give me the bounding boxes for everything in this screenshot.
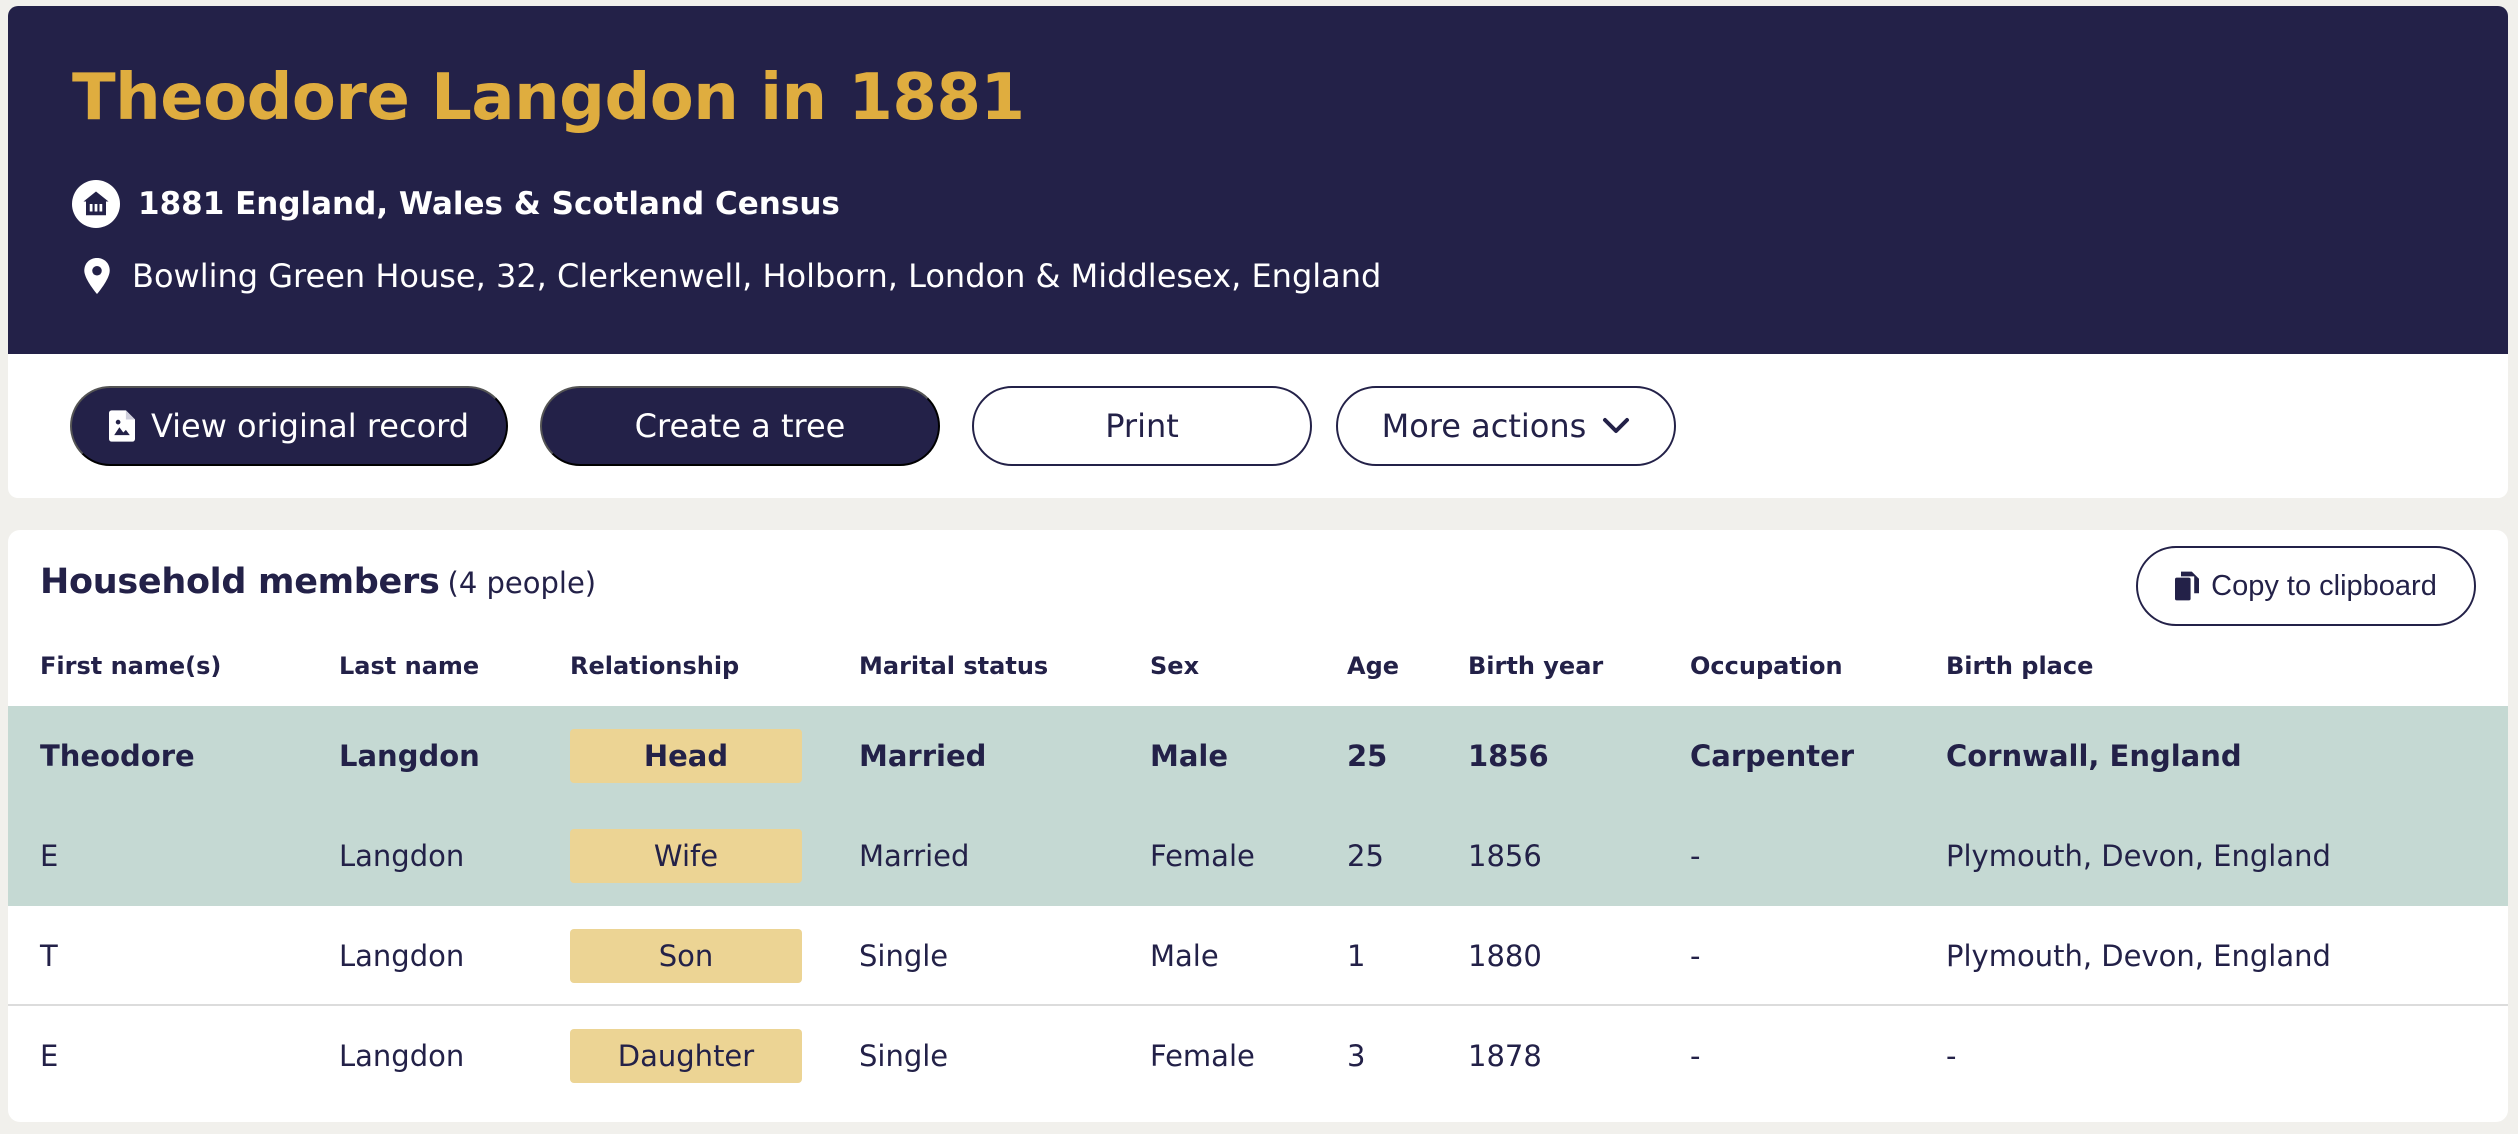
view-original-record-button[interactable]: View original record (70, 386, 508, 466)
occupation-cell: - (1690, 1039, 1701, 1073)
birth-place-cell: - (1946, 1039, 1957, 1073)
sex-cell: Female (1150, 1039, 1255, 1073)
birth-place-cell: Plymouth, Devon, England (1946, 939, 2331, 973)
sex-cell: Female (1150, 839, 1255, 873)
relationship-badge: Daughter (570, 1029, 802, 1083)
print-label: Print (1105, 407, 1179, 445)
location-text: Bowling Green House, 32, Clerkenwell, Ho… (132, 257, 1382, 295)
table-row[interactable]: E Langdon Wife Married Female 25 1856 - … (8, 806, 2508, 906)
last-name-cell: Langdon (339, 939, 465, 973)
table-header: First name(s) Last name Relationship Mar… (8, 646, 2508, 686)
sex-cell: Male (1150, 739, 1229, 773)
age-cell: 1 (1347, 939, 1366, 973)
birth-year-cell: 1856 (1468, 839, 1542, 873)
copy-to-clipboard-label: Copy to clipboard (2211, 569, 2437, 602)
more-actions-button[interactable]: More actions (1336, 386, 1676, 466)
last-name-cell: Langdon (339, 1039, 465, 1073)
birth-year-cell: 1856 (1468, 739, 1549, 773)
column-header-birth-year: Birth year (1468, 652, 1604, 680)
birth-place-cell: Cornwall, England (1946, 739, 2242, 773)
column-header-marital-status: Marital status (859, 652, 1049, 680)
household-heading: Household members (4 people) (40, 562, 596, 618)
first-name-cell: E (40, 839, 59, 873)
house-icon (72, 180, 120, 228)
relationship-cell: Daughter (570, 1006, 802, 1106)
map-pin-icon (80, 256, 114, 296)
record-header: Theodore Langdon in 1881 1881 England, W… (8, 6, 2508, 354)
age-cell: 25 (1347, 739, 1388, 773)
clipboard-copy-icon (2175, 571, 2200, 601)
marital-status-cell: Single (859, 1039, 949, 1073)
occupation-cell: - (1690, 939, 1701, 973)
create-tree-button[interactable]: Create a tree (540, 386, 940, 466)
last-name-cell: Langdon (339, 739, 480, 773)
create-tree-label: Create a tree (634, 407, 846, 445)
census-name: 1881 England, Wales & Scotland Census (138, 186, 840, 222)
sex-cell: Male (1150, 939, 1219, 973)
column-header-first-name: First name(s) (40, 652, 222, 680)
column-header-age: Age (1347, 652, 1400, 680)
column-header-sex: Sex (1150, 652, 1200, 680)
actions-bar: View original record Create a tree Print… (8, 354, 2508, 498)
column-header-relationship: Relationship (570, 652, 740, 680)
age-cell: 25 (1347, 839, 1384, 873)
last-name-cell: Langdon (339, 839, 465, 873)
relationship-badge: Son (570, 929, 802, 983)
birth-year-cell: 1880 (1468, 939, 1542, 973)
marital-status-cell: Single (859, 939, 949, 973)
occupation-cell: Carpenter (1690, 739, 1855, 773)
relationship-cell: Head (570, 706, 802, 806)
relationship-cell: Wife (570, 806, 802, 906)
page-title: Theodore Langdon in 1881 (72, 61, 1025, 135)
household-title: Household members (40, 562, 440, 602)
age-cell: 3 (1347, 1039, 1366, 1073)
column-header-last-name: Last name (339, 652, 480, 680)
relationship-badge: Head (570, 729, 802, 783)
column-header-birth-place: Birth place (1946, 652, 2094, 680)
chevron-down-icon (1602, 417, 1630, 435)
occupation-cell: - (1690, 839, 1701, 873)
household-count: (4 people) (447, 566, 597, 600)
document-image-icon (108, 410, 135, 442)
table-row[interactable]: T Langdon Son Single Male 1 1880 - Plymo… (8, 906, 2508, 1006)
copy-to-clipboard-button[interactable]: Copy to clipboard (2136, 546, 2476, 626)
table-row[interactable]: E Langdon Daughter Single Female 3 1878 … (8, 1006, 2508, 1106)
relationship-cell: Son (570, 906, 802, 1006)
first-name-cell: E (40, 1039, 59, 1073)
table-row[interactable]: Theodore Langdon Head Married Male 25 18… (8, 706, 2508, 806)
column-header-occupation: Occupation (1690, 652, 1843, 680)
marital-status-cell: Married (859, 839, 970, 873)
birth-place-cell: Plymouth, Devon, England (1946, 839, 2331, 873)
first-name-cell: T (40, 939, 58, 973)
birth-year-cell: 1878 (1468, 1039, 1542, 1073)
census-info: 1881 England, Wales & Scotland Census (72, 178, 840, 230)
relationship-badge: Wife (570, 829, 802, 883)
household-members-panel: Household members (4 people) Copy to cli… (8, 530, 2508, 1122)
first-name-cell: Theodore (40, 739, 195, 773)
view-original-record-label: View original record (150, 407, 470, 445)
location-info: Bowling Green House, 32, Clerkenwell, Ho… (80, 250, 1381, 302)
more-actions-label: More actions (1381, 407, 1587, 445)
marital-status-cell: Married (859, 739, 987, 773)
print-button[interactable]: Print (972, 386, 1312, 466)
